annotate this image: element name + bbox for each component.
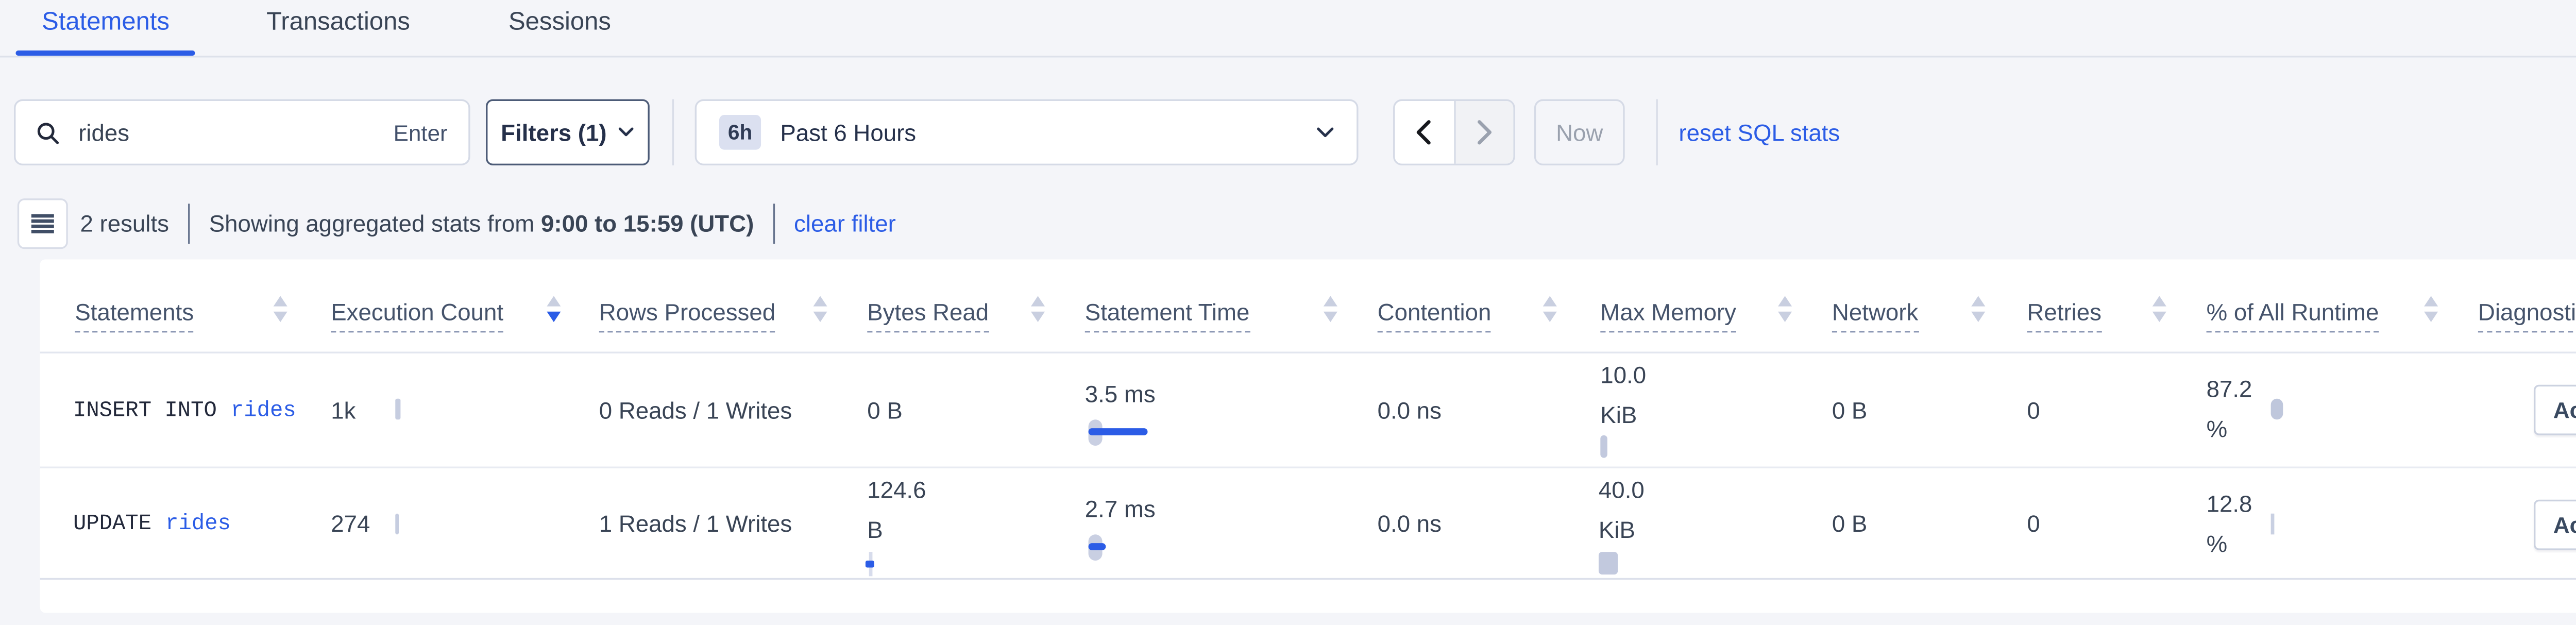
- filters-button[interactable]: Filters (1): [486, 99, 650, 165]
- bytes-read-value: 0 B: [867, 397, 902, 423]
- sort-icon-statements[interactable]: [274, 296, 287, 321]
- sort-icon-bytes-read[interactable]: [1031, 296, 1045, 321]
- sort-icon-retries[interactable]: [2153, 296, 2166, 321]
- active-tab-underline: [15, 50, 195, 56]
- table-row: INSERT INTOrides 1k 0 Reads / 1 Writes 0…: [40, 353, 2576, 467]
- execution-count-value: 274: [331, 510, 370, 536]
- results-time-range: 9:00 to 15:59 (UTC): [541, 211, 754, 237]
- table-row: UPDATErides 274 1 Reads / 1 Writes 124.6…: [40, 467, 2576, 578]
- reset-sql-stats-link[interactable]: reset SQL stats: [1679, 120, 1840, 146]
- network-value: 0 B: [1832, 397, 1867, 423]
- statements-table-card: Statements Execution Count Rows Processe…: [40, 259, 2576, 613]
- sort-icon-percent-runtime[interactable]: [2424, 296, 2438, 321]
- time-next-button[interactable]: [1455, 101, 1513, 164]
- results-summary: 2 results Showing aggregated stats from …: [80, 198, 895, 249]
- results-divider: [188, 204, 190, 244]
- sort-icon-network[interactable]: [1971, 296, 1985, 321]
- now-button[interactable]: Now: [1534, 99, 1625, 165]
- column-header-max-memory[interactable]: Max Memory: [1600, 299, 1736, 327]
- results-divider: [773, 204, 775, 244]
- max-memory-bar: [1599, 552, 1618, 575]
- search-box[interactable]: Enter: [14, 99, 470, 165]
- statement-time-value: 3.5 ms: [1085, 381, 1156, 408]
- sort-icon-contention[interactable]: [1543, 296, 1557, 321]
- time-prev-button[interactable]: [1395, 101, 1455, 164]
- search-icon: [37, 121, 59, 144]
- sort-icon-statement-time[interactable]: [1324, 296, 1337, 321]
- column-selector-button[interactable]: [18, 198, 68, 249]
- statement-link[interactable]: UPDATErides: [73, 511, 231, 535]
- column-header-bytes-read[interactable]: Bytes Read: [867, 299, 989, 327]
- search-enter-hint: Enter: [394, 119, 448, 145]
- rows-processed-value: 0 Reads / 1 Writes: [599, 397, 792, 423]
- tab-transactions[interactable]: Transactions: [266, 9, 410, 37]
- tab-bar: Statements Transactions Sessions: [0, 0, 2576, 58]
- execution-count-bar: [395, 399, 400, 420]
- statement-table-name: rides: [165, 511, 231, 535]
- column-header-retries[interactable]: Retries: [2027, 299, 2102, 327]
- now-label: Now: [1556, 119, 1603, 145]
- sort-icon-rows-processed[interactable]: [814, 296, 827, 321]
- toolbar-divider: [672, 99, 674, 165]
- table-header-row: Statements Execution Count Rows Processe…: [40, 259, 2576, 353]
- table-bottom-border: [40, 578, 2576, 580]
- max-memory-bar: [1600, 435, 1607, 458]
- chevron-left-icon: [1416, 120, 1432, 144]
- column-header-statement-time[interactable]: Statement Time: [1085, 299, 1250, 327]
- column-header-rows-processed[interactable]: Rows Processed: [599, 299, 775, 327]
- list-lines-icon: [31, 213, 54, 235]
- time-range-badge: 6h: [719, 115, 761, 150]
- results-count: 2 results: [80, 211, 168, 237]
- tab-sessions[interactable]: Sessions: [509, 9, 611, 37]
- activate-diagnostics-button[interactable]: Activate: [2534, 385, 2576, 435]
- time-nav-arrows: [1393, 99, 1515, 165]
- tab-statements-label: Statements: [42, 9, 170, 37]
- column-header-network[interactable]: Network: [1832, 299, 1918, 327]
- percent-runtime-value: 12.8 %: [2207, 484, 2276, 564]
- retries-value: 0: [2027, 397, 2040, 423]
- bytes-read-value: 124.6 B: [867, 470, 937, 550]
- time-range-dropdown[interactable]: 6h Past 6 Hours: [695, 99, 1359, 165]
- statements-page: Statements Transactions Sessions Enter F…: [0, 0, 2576, 625]
- column-header-contention[interactable]: Contention: [1378, 299, 1492, 327]
- bytes-read-mean-bar: [866, 561, 874, 568]
- contention-value: 0.0 ns: [1378, 397, 1442, 423]
- statement-table-name: rides: [231, 398, 296, 422]
- max-memory-value: 40.0 KiB: [1599, 470, 1668, 550]
- rows-processed-value: 1 Reads / 1 Writes: [599, 510, 792, 536]
- network-value: 0 B: [1832, 510, 1867, 536]
- chevron-down-icon: [1316, 126, 1334, 139]
- search-input[interactable]: [75, 117, 393, 147]
- chevron-right-icon: [1476, 120, 1492, 144]
- percent-runtime-value: 87.2 %: [2207, 369, 2276, 449]
- time-range-label: Past 6 Hours: [780, 119, 916, 145]
- execution-count-bar: [395, 514, 399, 535]
- max-memory-value: 10.0 KiB: [1600, 355, 1670, 435]
- sort-icon-execution-count-active[interactable]: [547, 296, 561, 321]
- column-header-execution-count[interactable]: Execution Count: [331, 299, 503, 327]
- contention-value: 0.0 ns: [1378, 510, 1442, 536]
- tab-sessions-label: Sessions: [509, 9, 611, 37]
- column-header-percent-runtime[interactable]: % of All Runtime: [2207, 299, 2379, 327]
- retries-value: 0: [2027, 510, 2040, 536]
- column-header-statements[interactable]: Statements: [75, 299, 194, 327]
- percent-runtime-bar: [2271, 514, 2275, 535]
- statement-time-value: 2.7 ms: [1085, 496, 1156, 522]
- chevron-down-icon: [619, 127, 634, 138]
- toolbar-divider: [1656, 99, 1657, 165]
- execution-count-value: 1k: [331, 397, 355, 423]
- clear-filter-link[interactable]: clear filter: [794, 211, 896, 237]
- percent-runtime-bar: [2271, 399, 2283, 420]
- statement-time-mean-bar: [1089, 428, 1148, 435]
- tab-statements[interactable]: Statements: [42, 9, 170, 37]
- statement-link[interactable]: INSERT INTOrides: [73, 398, 296, 422]
- results-showing-text: Showing aggregated stats from 9:00 to 15…: [209, 211, 754, 237]
- tab-transactions-label: Transactions: [266, 9, 410, 37]
- filters-label: Filters (1): [501, 119, 606, 145]
- sort-icon-max-memory[interactable]: [1778, 296, 1792, 321]
- statement-time-mean-bar: [1089, 543, 1106, 550]
- column-header-diagnostics[interactable]: Diagnostics: [2478, 299, 2576, 327]
- activate-diagnostics-button[interactable]: Activate: [2534, 500, 2576, 550]
